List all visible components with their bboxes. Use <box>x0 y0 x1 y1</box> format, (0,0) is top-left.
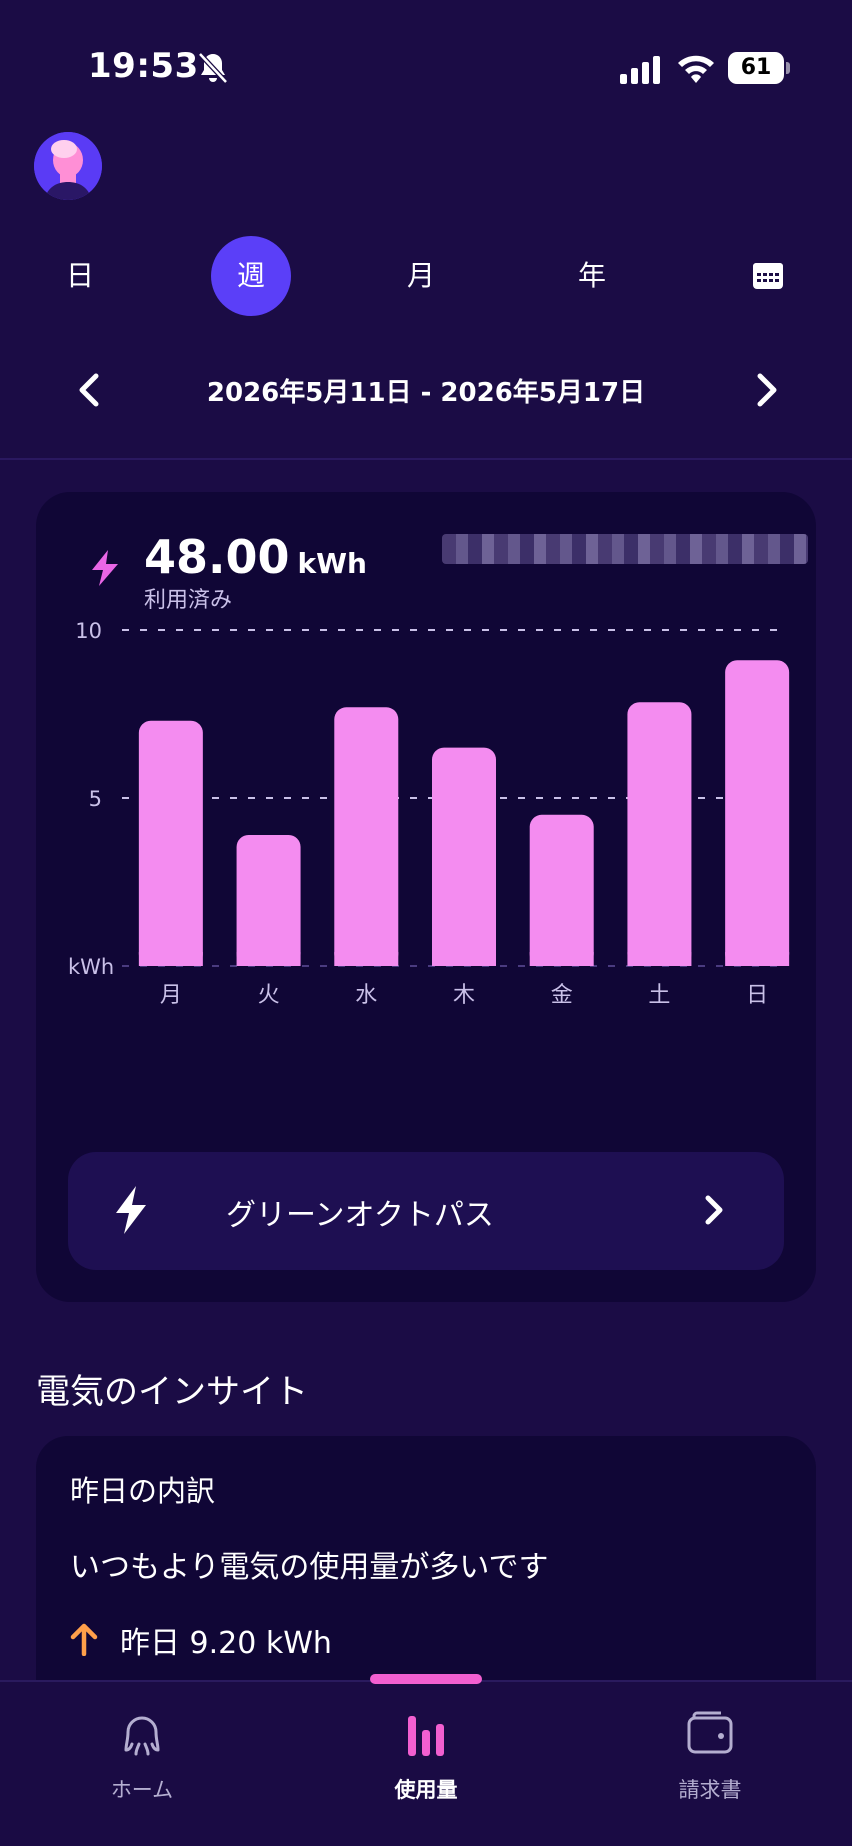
chart-bar-base <box>725 952 790 966</box>
chart-bar <box>627 702 692 966</box>
calendar-icon[interactable] <box>752 262 784 290</box>
lightning-bolt-icon <box>92 550 118 586</box>
nav-bills-label: 請求書 <box>678 1778 742 1802</box>
bar-chart-icon <box>408 1716 444 1756</box>
status-time: 19:53 <box>88 46 199 86</box>
chart-bar <box>236 834 301 966</box>
x-tick-label: 木 <box>453 983 475 1008</box>
chart-bar-base <box>627 952 692 966</box>
battery-indicator: 61 <box>728 52 790 84</box>
redacted-text <box>442 534 808 564</box>
chart-bar <box>725 660 790 966</box>
chart-bar-base <box>334 952 399 966</box>
insights-title: 電気のインサイト <box>36 1372 308 1412</box>
lightning-bolt-icon <box>116 1186 146 1234</box>
x-tick-label: 水 <box>355 983 377 1008</box>
chart-bar-base <box>432 952 496 966</box>
tab-week[interactable]: 週 <box>211 236 291 316</box>
date-navigation: 2026年5月11日 - 2026年5月17日 <box>0 362 852 418</box>
weekly-usage-chart: 10 5 kWh 月 火 水 木 金 土 日 <box>68 619 790 1008</box>
usage-card: 48.00 kWh 利用済み 10 5 kWh 月火水木金土日 グリーンオクトパス <box>36 492 816 1302</box>
octopus-icon <box>124 1716 160 1756</box>
x-tick-label: 日 <box>746 983 768 1008</box>
x-tick-label: 火 <box>258 983 280 1008</box>
period-tabs: 日 週 月 年 <box>0 236 852 316</box>
total-usage-unit: kWh <box>297 547 367 580</box>
active-tab-indicator <box>370 1674 482 1684</box>
wallet-icon <box>687 1711 733 1754</box>
chevron-right-icon <box>705 1195 723 1225</box>
arrow-up-icon <box>70 1623 98 1656</box>
x-tick-label: 月 <box>160 983 182 1008</box>
insight-message: いつもより電気の使用量が多いです <box>70 1550 549 1585</box>
total-usage: 48.00 kWh <box>144 530 367 584</box>
x-tick-label: 金 <box>551 983 573 1008</box>
chart-bar <box>334 707 399 966</box>
date-range: 2026年5月11日 - 2026年5月17日 <box>206 378 646 408</box>
battery-tip <box>786 62 790 74</box>
tab-day[interactable]: 日 <box>40 236 120 316</box>
chart-bar <box>432 747 496 966</box>
avatar-illustration-icon <box>34 132 102 200</box>
nav-usage-label: 使用量 <box>394 1778 458 1802</box>
green-plan-row[interactable]: グリーンオクトパス <box>68 1152 784 1270</box>
tab-month[interactable]: 月 <box>381 236 461 316</box>
y-axis-unit-label: kWh <box>68 955 114 979</box>
wifi-icon <box>678 55 714 83</box>
nav-home[interactable]: ホーム <box>42 1696 242 1816</box>
battery-level: 61 <box>728 52 784 84</box>
cellular-signal-icon <box>620 56 660 84</box>
chart-bar <box>529 814 594 966</box>
tab-year[interactable]: 年 <box>552 236 632 316</box>
chart-bar-base <box>236 952 301 966</box>
y-tick-label: 5 <box>89 787 102 811</box>
total-usage-value: 48.00 <box>144 530 290 584</box>
green-plan-label: グリーンオクトパス <box>226 1198 494 1233</box>
nav-usage[interactable]: 使用量 <box>326 1696 526 1816</box>
chart-bar-base <box>529 952 594 966</box>
chart-bar-base <box>138 952 203 966</box>
bell-slash-icon <box>198 52 228 84</box>
chevron-right-icon[interactable] <box>748 372 784 408</box>
insight-heading: 昨日の内訳 <box>70 1474 216 1508</box>
x-tick-label: 土 <box>648 983 670 1008</box>
nav-bills[interactable]: 請求書 <box>610 1696 810 1816</box>
bottom-navigation: ホーム 使用量 請求書 <box>0 1674 852 1846</box>
header-divider <box>0 458 852 460</box>
avatar[interactable] <box>34 132 102 200</box>
status-bar: 19:53 61 <box>0 0 852 130</box>
yesterday-usage: 昨日 9.20 kWh <box>120 1626 332 1661</box>
nav-home-label: ホーム <box>110 1778 174 1802</box>
y-tick-label: 10 <box>75 619 102 643</box>
chart-bar <box>138 720 203 966</box>
